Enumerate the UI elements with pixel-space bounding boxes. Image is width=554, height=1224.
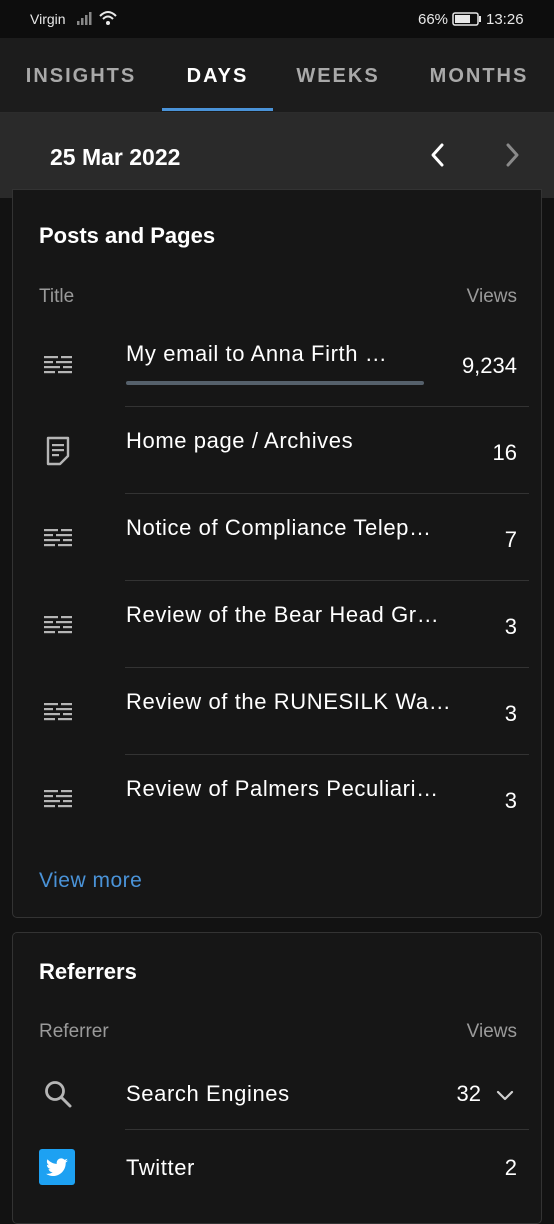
active-tab-indicator	[162, 108, 273, 111]
referrer-name: Search Engines	[126, 1081, 290, 1106]
tab-insights[interactable]: INSIGHTS	[10, 38, 152, 112]
post-title: My email to Anna Firth …	[126, 341, 388, 366]
twitter-icon	[39, 1149, 75, 1185]
referrer-views: 2	[504, 1155, 517, 1180]
row-divider	[125, 667, 529, 668]
status-bar: Virgin 66% 13:26	[0, 0, 554, 38]
row-divider	[125, 754, 529, 755]
post-title: Home page / Archives	[126, 428, 354, 453]
page-icon	[46, 436, 70, 466]
card-title: Posts and Pages	[39, 223, 216, 248]
post-title: Review of the Bear Head Gr…	[126, 602, 440, 627]
date-navigator: 25 Mar 2022	[0, 113, 554, 198]
battery-percent: 66%	[418, 11, 449, 28]
current-date: 25 Mar 2022	[50, 144, 181, 170]
card-title: Referrers	[39, 959, 137, 984]
row-divider	[125, 406, 529, 407]
column-header-referrer: Referrer	[39, 1021, 109, 1042]
post-title: Review of Palmers Peculiari…	[126, 776, 439, 801]
post-icon	[44, 790, 72, 808]
post-icon	[44, 356, 72, 374]
battery-icon	[452, 12, 481, 26]
posts-and-pages-card: Posts and Pages Title Views My email to …	[12, 189, 542, 918]
row-divider	[125, 580, 529, 581]
chevron-right-icon[interactable]	[494, 135, 534, 175]
views-bar	[126, 381, 424, 385]
post-views: 3	[504, 701, 517, 726]
row-divider	[125, 493, 529, 494]
chevron-down-icon[interactable]	[495, 1085, 515, 1105]
column-header-title: Title	[39, 286, 75, 307]
post-icon	[44, 529, 72, 547]
post-views: 3	[504, 788, 517, 813]
search-icon	[45, 1081, 72, 1108]
tab-months[interactable]: MONTHS	[410, 38, 548, 112]
referrer-views: 32	[456, 1081, 481, 1106]
post-icon	[44, 703, 72, 721]
post-icon	[44, 616, 72, 634]
post-title: Notice of Compliance Telep…	[126, 515, 432, 540]
post-views: 16	[492, 440, 517, 465]
post-title: Review of the RUNESILK Wa…	[126, 689, 452, 714]
tab-days[interactable]: DAYS	[162, 38, 273, 112]
chevron-left-icon[interactable]	[420, 135, 460, 175]
row-divider	[125, 1129, 529, 1130]
tab-weeks[interactable]: WEEKS	[283, 38, 393, 112]
column-header-views: Views	[466, 1021, 517, 1042]
post-views: 3	[504, 614, 517, 639]
column-header-views: Views	[466, 286, 517, 307]
view-more-link[interactable]: View more	[39, 869, 142, 893]
referrers-card: Referrers Referrer Views Search Engines …	[12, 932, 542, 1224]
clock: 13:26	[486, 11, 524, 28]
period-tabs: INSIGHTS DAYS WEEKS MONTHS	[0, 38, 554, 113]
post-views: 9,234	[461, 353, 517, 378]
wifi-icon	[99, 11, 117, 25]
post-views: 7	[504, 527, 517, 552]
signal-icon	[77, 12, 92, 25]
referrer-name: Twitter	[126, 1155, 195, 1180]
carrier-name: Virgin	[30, 11, 66, 27]
